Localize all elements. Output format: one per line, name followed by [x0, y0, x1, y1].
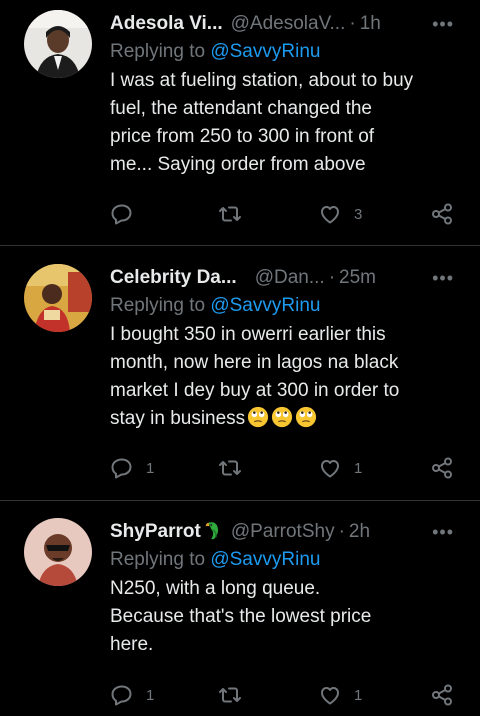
share-button[interactable]	[430, 454, 454, 482]
retweet-button[interactable]	[218, 454, 254, 482]
action-bar: 1 1	[110, 681, 470, 709]
action-bar: 3	[110, 200, 470, 228]
face-with-rolling-eyes-icon	[296, 406, 317, 428]
user-handle[interactable]: @ParrotShy	[231, 521, 335, 542]
avatar[interactable]	[24, 10, 92, 78]
retweet-button[interactable]	[218, 200, 254, 228]
separator-dot: ·	[338, 521, 345, 542]
replying-to-line: Replying to @SavvyRinu	[110, 38, 466, 66]
heart-icon	[321, 206, 339, 224]
avatar-image	[24, 264, 92, 332]
display-name[interactable]: Adesola Vi...	[110, 13, 223, 34]
user-handle[interactable]: @Dan...	[255, 267, 325, 288]
tweet-text: I was at fueling station, about to buy f…	[110, 70, 414, 175]
action-bar: 1 1	[110, 454, 470, 482]
tweet-text: I bought 350 in owerri earlier this mont…	[110, 321, 466, 433]
reply-icon	[111, 458, 132, 479]
timestamp[interactable]: 1h	[360, 13, 381, 34]
display-name[interactable]: ShyParrot	[110, 521, 201, 542]
face-with-rolling-eyes-icon	[248, 406, 269, 428]
avatar-image	[24, 10, 92, 78]
share-button[interactable]	[430, 681, 454, 709]
reply-button[interactable]: 1	[110, 681, 154, 709]
timestamp[interactable]: 2h	[349, 521, 370, 542]
avatar-image	[24, 518, 92, 586]
tweet-text: N250, with a long queue. Because that's …	[110, 578, 372, 655]
retweet-icon	[219, 206, 241, 222]
reply-count: 1	[146, 459, 155, 477]
like-button[interactable]: 1	[318, 681, 362, 709]
reply-icon	[111, 204, 132, 225]
replying-to-line: Replying to @SavvyRinu	[110, 546, 466, 574]
like-button[interactable]: 1	[318, 454, 362, 482]
user-handle[interactable]: @AdesolaV...	[231, 13, 346, 34]
tweet-header: Celebrity Da... @Dan... · 25m •••	[110, 264, 466, 292]
replying-to-label: Replying to	[110, 41, 206, 62]
avatar[interactable]	[24, 518, 92, 586]
mention-link[interactable]: @SavvyRinu	[210, 549, 320, 570]
like-count: 1	[354, 459, 363, 477]
tweet-1[interactable]: Adesola Vi... @AdesolaV... · 1h ••• Replyin…	[0, 0, 480, 246]
mention-link[interactable]: @SavvyRinu	[210, 295, 320, 316]
share-icon	[432, 684, 452, 706]
retweet-icon	[219, 687, 241, 703]
tweet-header: ShyParrot @ParrotShy · 2h •••	[110, 518, 466, 546]
like-count: 3	[354, 205, 363, 223]
separator-dot: ·	[328, 267, 336, 288]
more-options-icon[interactable]: •••	[432, 264, 454, 292]
timestamp[interactable]: 25m	[339, 267, 376, 288]
share-icon	[432, 457, 452, 479]
like-button[interactable]: 3	[318, 200, 362, 228]
reply-feed: Adesola Vi... @AdesolaV... · 1h ••• Replyin…	[0, 0, 480, 716]
replying-to-line: Replying to @SavvyRinu	[110, 292, 466, 320]
replying-to-label: Replying to	[110, 295, 206, 316]
tweet-2[interactable]: Celebrity Da... @Dan... · 25m ••• Replying …	[0, 246, 480, 501]
reply-icon	[111, 685, 132, 706]
retweet-icon	[219, 460, 241, 476]
heart-icon	[321, 687, 339, 705]
like-count: 1	[354, 686, 363, 704]
retweet-button[interactable]	[218, 681, 254, 709]
more-options-icon[interactable]: •••	[432, 10, 454, 38]
face-with-rolling-eyes-icon	[272, 406, 293, 428]
avatar[interactable]	[24, 264, 92, 332]
parrot-icon	[205, 522, 218, 540]
display-name[interactable]: Celebrity Da...	[110, 267, 237, 288]
mention-link[interactable]: @SavvyRinu	[210, 41, 320, 62]
separator-dot: ·	[349, 13, 356, 34]
tweet-3[interactable]: ShyParrot @ParrotShy · 2h ••• Replying to @…	[0, 501, 480, 716]
share-button[interactable]	[430, 200, 454, 228]
heart-icon	[321, 460, 339, 478]
more-options-icon[interactable]: •••	[432, 518, 454, 546]
reply-button[interactable]	[110, 200, 146, 228]
share-icon	[432, 203, 452, 225]
reply-count: 1	[146, 686, 155, 704]
reply-button[interactable]: 1	[110, 454, 154, 482]
tweet-header: Adesola Vi... @AdesolaV... · 1h •••	[110, 10, 466, 38]
replying-to-label: Replying to	[110, 549, 206, 570]
